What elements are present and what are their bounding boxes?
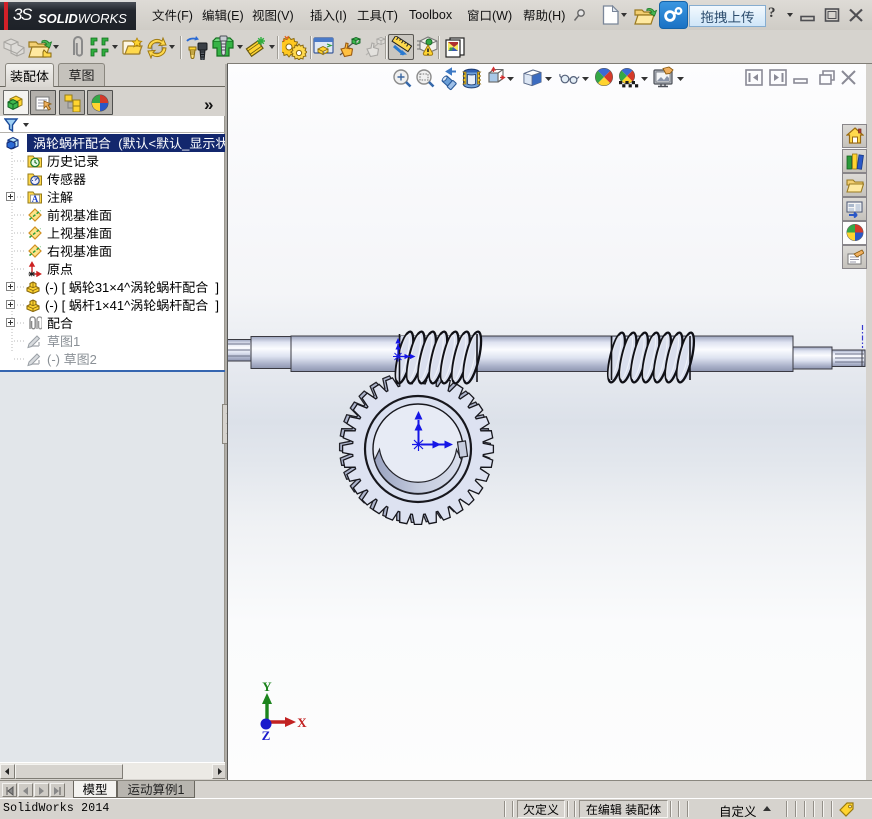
svg-text:X: X [297,715,307,730]
svg-text:A: A [32,194,39,204]
svg-text:Y: Y [262,679,272,694]
svg-text:Z: Z [262,728,271,743]
